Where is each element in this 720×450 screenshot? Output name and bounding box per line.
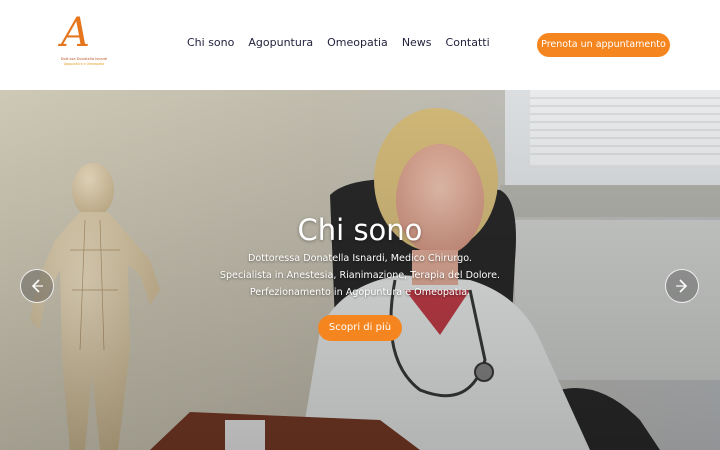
hero-subtitle-line-3: Perfezionamento in Agopuntura e Omeopati… [249,287,471,298]
slider-prev-button[interactable] [20,269,54,303]
chevron-right-icon [676,279,688,293]
site-header: A Dott.ssa Donatella Isnardi Agopuntura … [0,0,720,90]
nav-item-contatti[interactable]: Contatti [446,36,490,49]
hero-subtitle-line-1: Dottoressa Donatella Isnardi, Medico Chi… [248,253,472,264]
hero-slider: Chi sono Dottoressa Donatella Isnardi, M… [0,90,720,450]
hero-title: Chi sono [297,213,423,247]
nav-item-omeopatia[interactable]: Omeopatia [327,36,388,49]
logo-name-text: Dott.ssa Donatella Isnardi [60,57,108,61]
hero-subtitle-line-2: Specialista in Anestesia, Rianimazione, … [219,270,501,281]
chevron-left-icon [31,279,43,293]
nav-item-agopuntura[interactable]: Agopuntura [248,36,313,49]
site-logo[interactable]: A Dott.ssa Donatella Isnardi Agopuntura … [58,10,110,70]
logo-monogram: A [61,10,90,56]
learn-more-button[interactable]: Scopri di più [318,315,402,341]
logo-tagline-text: Agopuntura e Omeopatia [63,62,105,66]
main-nav: Chi sono Agopuntura Omeopatia News Conta… [187,36,490,49]
nav-item-news[interactable]: News [402,36,432,49]
slider-next-button[interactable] [665,269,699,303]
nav-item-chi-sono[interactable]: Chi sono [187,36,234,49]
book-appointment-button[interactable]: Prenota un appuntamento [537,33,670,57]
